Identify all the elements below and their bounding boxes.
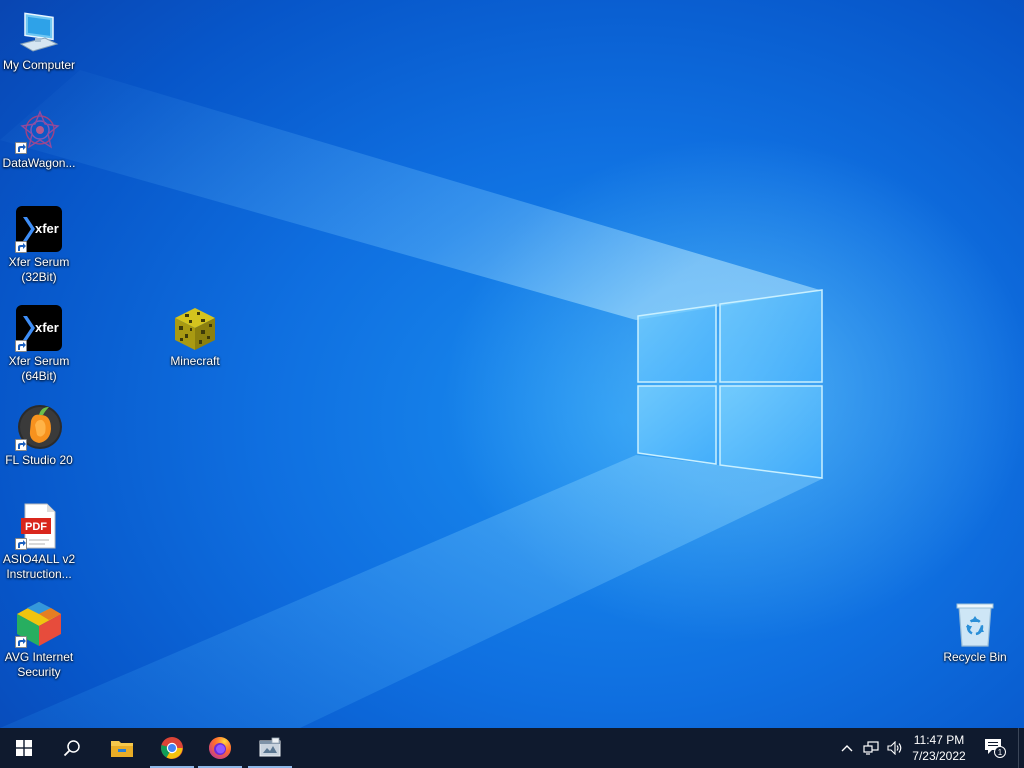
shortcut-arrow-icon [15,636,27,648]
desktop-icon-label: Instruction... [6,567,72,581]
network-icon [863,741,879,755]
desktop[interactable]: My Computer DataWagon... xfer Xfer Serum… [0,0,1024,728]
action-center-button[interactable]: 1 [980,728,1010,768]
tray-overflow-button[interactable] [836,728,858,768]
avg-icon [15,600,63,648]
start-button[interactable] [0,728,48,768]
file-explorer-button[interactable] [98,728,146,768]
minecraft-icon [171,304,219,352]
notification-count: 1 [998,748,1003,757]
recycle-bin-icon [951,600,999,648]
desktop-icon-label: (64Bit) [21,369,57,383]
datawagon-icon [15,106,63,154]
svg-text:xfer: xfer [35,221,59,236]
desktop-icon-label: Recycle Bin [943,650,1007,664]
xfer-serum-icon: xfer [15,205,63,253]
clock-time: 11:47 PM [913,733,965,747]
folder-icon [111,741,133,757]
shortcut-arrow-icon [15,340,27,352]
desktop-icon-label: ASIO4ALL v2 [2,552,76,566]
shortcut-arrow-icon [15,241,27,253]
search-icon [63,740,80,757]
windows-logo-icon [16,740,32,756]
chrome-icon [161,737,183,759]
wallpaper-light-beam [0,70,824,728]
firefox-icon [209,737,231,759]
svg-text:xfer: xfer [35,320,59,335]
desktop-icon-my-computer[interactable]: My Computer [0,8,78,73]
shortcut-arrow-icon [15,439,27,451]
search-button[interactable] [48,728,96,768]
desktop-icon-datawagon[interactable]: DataWagon... [0,106,78,171]
desktop-icon-label: Security [17,665,61,679]
app-window-icon [259,737,281,757]
notification-icon: 1 [985,739,1006,758]
network-tray-button[interactable] [860,728,882,768]
fl-studio-icon [15,403,63,451]
chevron-up-icon [841,745,853,752]
pdf-badge-text: PDF [25,521,47,533]
desktop-icon-label: AVG Internet [4,650,74,664]
shortcut-arrow-icon [15,538,27,550]
shortcut-arrow-icon [15,142,27,154]
desktop-icon-fl-studio[interactable]: FL Studio 20 [0,403,78,468]
desktop-icon-label: DataWagon... [2,156,76,170]
desktop-icon-asio4all-pdf[interactable]: PDF ASIO4ALL v2 Instruction... [0,502,78,582]
taskbar-clock[interactable]: 11:47 PM 7/23/2022 [898,728,980,768]
desktop-icon-label: Xfer Serum [8,354,70,368]
desktop-icon-xfer-serum-64[interactable]: xfer Xfer Serum (64Bit) [0,304,78,384]
wallpaper-windows-logo [637,289,823,479]
app-button[interactable] [246,728,294,768]
firefox-button[interactable] [196,728,244,768]
desktop-icon-label: Minecraft [170,354,220,368]
computer-icon [15,8,63,56]
desktop-icon-avg-internet-security[interactable]: AVG Internet Security [0,600,78,680]
clock-date: 7/23/2022 [912,749,966,763]
xfer-serum-icon: xfer [15,304,63,352]
desktop-icon-minecraft[interactable]: Minecraft [156,304,234,369]
desktop-icon-label: FL Studio 20 [5,453,73,467]
chrome-button[interactable] [148,728,196,768]
desktop-icon-label: Xfer Serum [8,255,70,269]
show-desktop-button[interactable] [1018,728,1024,768]
desktop-icon-xfer-serum-32[interactable]: xfer Xfer Serum (32Bit) [0,205,78,285]
pdf-icon: PDF [15,502,63,550]
desktop-icon-recycle-bin[interactable]: Recycle Bin [936,600,1014,665]
desktop-icon-label: My Computer [2,58,76,72]
desktop-icon-label: (32Bit) [21,270,57,284]
taskbar: 11:47 PM 7/23/2022 1 [0,728,1024,768]
